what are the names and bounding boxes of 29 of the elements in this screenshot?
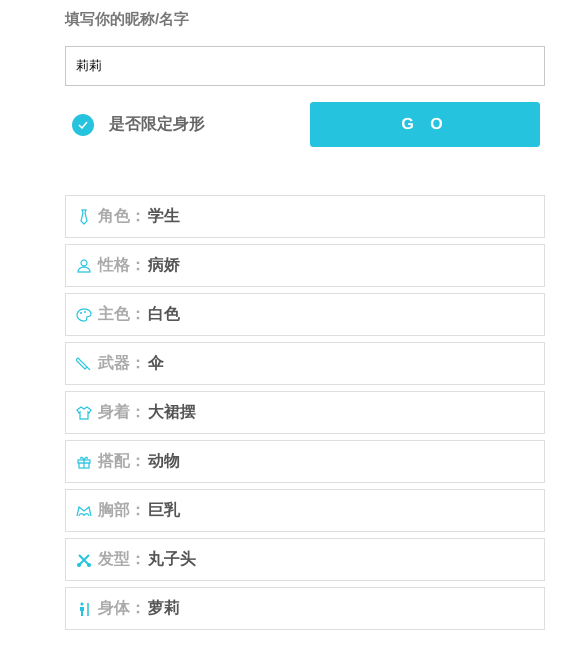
attribute-label: 搭配： bbox=[98, 452, 146, 472]
check-icon bbox=[78, 120, 88, 128]
shirt-icon bbox=[76, 404, 92, 420]
attribute-value: 病娇 bbox=[148, 255, 180, 276]
attribute-value: 动物 bbox=[148, 452, 180, 472]
attribute-label: 身着： bbox=[98, 402, 146, 422]
checkbox[interactable] bbox=[72, 114, 94, 136]
attribute-label: 性格： bbox=[98, 256, 146, 276]
attribute-value: 大裙摆 bbox=[148, 402, 196, 422]
attribute-value: 丸子头 bbox=[148, 550, 196, 570]
attribute-value: 白色 bbox=[148, 304, 180, 324]
scissors-icon bbox=[76, 552, 92, 568]
attribute-value: 伞 bbox=[148, 354, 164, 374]
person-icon bbox=[76, 258, 92, 274]
attribute-label: 武器： bbox=[98, 354, 146, 374]
palette-icon bbox=[76, 306, 92, 322]
attribute-label: 胸部： bbox=[98, 500, 146, 520]
gift-icon bbox=[76, 454, 92, 470]
attribute-value: 萝莉 bbox=[148, 598, 180, 618]
attribute-value: 巨乳 bbox=[148, 500, 180, 520]
name-input[interactable]: 莉莉 bbox=[65, 46, 545, 86]
field-label: 填写你的昵称/名字 bbox=[65, 10, 190, 30]
knife-icon bbox=[76, 356, 92, 372]
checkbox-label: 是否限定身形 bbox=[109, 114, 205, 134]
attribute-value: 学生 bbox=[148, 206, 180, 226]
attribute-label: 身体： bbox=[98, 598, 146, 618]
attribute-label: 发型： bbox=[98, 550, 146, 570]
attribute-label: 主色： bbox=[98, 304, 146, 324]
attribute-label: 角色： bbox=[98, 206, 146, 226]
